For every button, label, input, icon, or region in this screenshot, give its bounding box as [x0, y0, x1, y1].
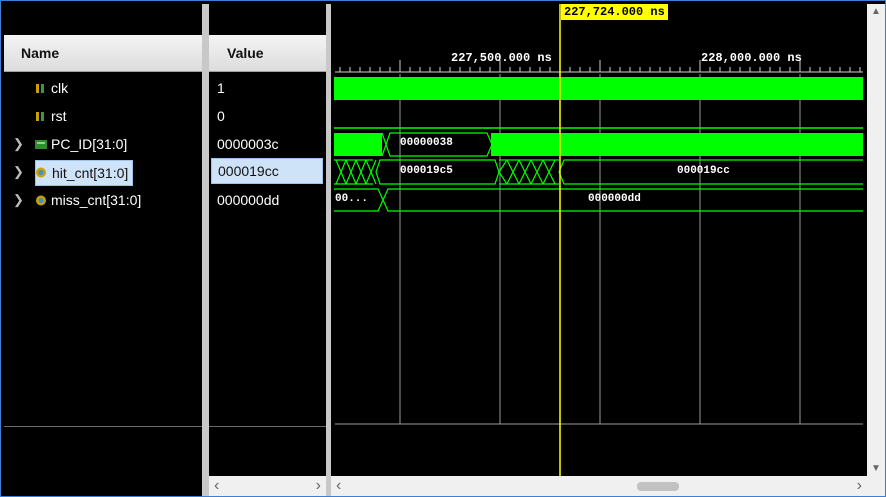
clk-wave: [334, 77, 863, 100]
signal-row-miss-cnt[interactable]: ❯ miss_cnt[31:0]: [4, 186, 202, 214]
chevron-right-icon[interactable]: ❯: [13, 158, 24, 186]
scroll-left-icon[interactable]: ‹: [336, 476, 341, 496]
value-column-header[interactable]: Value: [209, 35, 326, 72]
value-hscrollbar[interactable]: ‹ ›: [209, 476, 326, 496]
scroll-up-icon[interactable]: ▲: [871, 6, 881, 17]
name-column-header[interactable]: Name: [4, 35, 202, 72]
signal-row-hit-cnt[interactable]: ❯ hit_cnt[31:0]: [4, 158, 202, 186]
signal-row-pc-id[interactable]: ❯ PC_ID[31:0]: [4, 130, 202, 158]
cursor-time-label[interactable]: 227,724.000 ns: [561, 4, 668, 20]
signal-row-rst[interactable]: rst: [4, 102, 202, 130]
grid-lines: [335, 74, 863, 425]
bus-signal-icon: [35, 140, 47, 149]
bit-signal-icon: [36, 84, 44, 93]
signal-value: 000000dd: [217, 192, 280, 208]
scroll-down-icon[interactable]: ▼: [871, 463, 881, 474]
name-panel-top: [4, 4, 202, 35]
ruler-label: 227,500.000 ns: [451, 51, 552, 65]
name-value-splitter[interactable]: [202, 4, 209, 496]
signal-value: 1: [217, 80, 225, 96]
scroll-right-icon[interactable]: ›: [316, 476, 321, 496]
value-panel-divider: [209, 426, 326, 427]
miss-cnt-bus-value: 000000dd: [588, 193, 641, 205]
signal-name: PC_ID[31:0]: [51, 136, 128, 152]
name-panel-divider: [4, 426, 202, 427]
signal-value: 0: [217, 108, 225, 124]
chevron-right-icon[interactable]: ❯: [13, 186, 24, 214]
counter-signal-icon: [36, 167, 46, 178]
value-panel-top: [209, 4, 326, 35]
hit-cnt-bus-value: 000019cc: [677, 165, 730, 177]
hit-cnt-bus-value: 000019c5: [400, 165, 453, 177]
bit-signal-icon: [36, 112, 44, 121]
signal-value-selected: 000019cc: [211, 158, 323, 184]
scroll-corner: [867, 476, 885, 496]
chevron-right-icon[interactable]: ❯: [13, 130, 24, 158]
signal-name: hit_cnt[31:0]: [35, 160, 134, 186]
waveform-window: Name Value clk rst ❯ PC_ID[31:0] ❯ hit_c…: [0, 0, 886, 497]
wave-hscrollbar[interactable]: ‹ ›: [331, 476, 867, 496]
waveform-canvas[interactable]: [331, 4, 867, 476]
scroll-right-icon[interactable]: ›: [857, 476, 862, 496]
counter-signal-icon: [36, 195, 46, 206]
miss-cnt-bus-value: 00...: [335, 193, 369, 205]
scroll-thumb[interactable]: [637, 482, 679, 491]
signal-name: rst: [51, 108, 67, 124]
signal-value: 0000003c: [217, 136, 279, 152]
signal-row-clk[interactable]: clk: [4, 74, 202, 102]
pc-id-bus-value: 00000038: [400, 137, 453, 149]
signal-name: clk: [51, 80, 69, 96]
scroll-left-icon[interactable]: ‹: [214, 476, 219, 496]
signal-name: miss_cnt[31:0]: [51, 192, 142, 208]
ruler-label: 228,000.000 ns: [701, 51, 802, 65]
wave-vscrollbar[interactable]: ▲ ▼: [867, 4, 885, 476]
